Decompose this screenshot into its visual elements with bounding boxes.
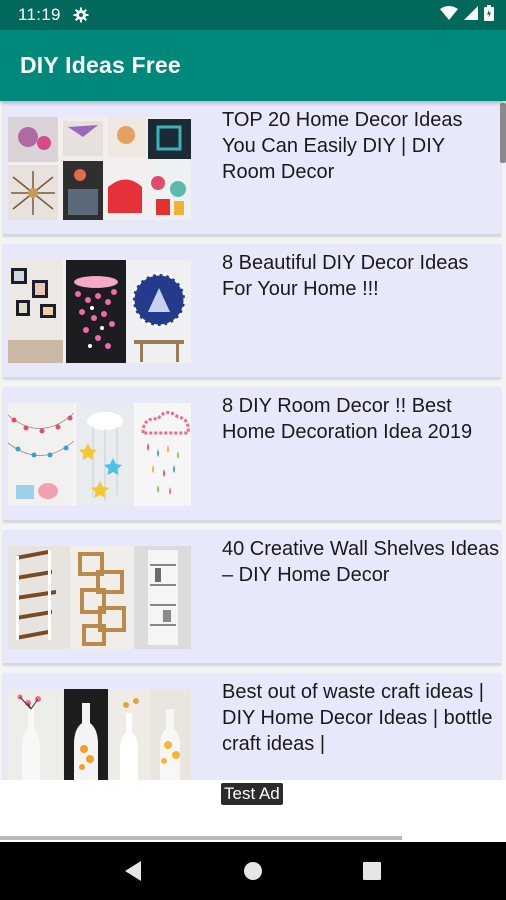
- video-thumbnail: [8, 689, 191, 780]
- app-title: DIY Ideas Free: [20, 52, 181, 78]
- video-title: 8 DIY Room Decor !! Best Home Decoration…: [222, 395, 473, 443]
- video-title: TOP 20 Home Decor Ideas You Can Easily D…: [222, 109, 463, 183]
- list-item[interactable]: 8 Beautiful DIY Decor Ideas For Your Hom…: [3, 244, 501, 379]
- video-title: Best out of waste craft ideas | DIY Home…: [222, 681, 493, 755]
- video-thumbnail: [8, 546, 191, 649]
- list-scrollbar[interactable]: [500, 103, 506, 163]
- list-item[interactable]: 8 DIY Room Decor !! Best Home Decoration…: [3, 387, 501, 522]
- signal-icon: [464, 5, 478, 25]
- navigation-bar: [0, 842, 506, 900]
- home-icon[interactable]: [233, 851, 273, 891]
- battery-icon: [484, 4, 494, 26]
- video-thumbnail: [8, 117, 191, 220]
- app-bar: DIY Ideas Free: [0, 30, 506, 101]
- list-item[interactable]: TOP 20 Home Decor Ideas You Can Easily D…: [3, 101, 501, 236]
- video-thumbnail: [8, 260, 191, 363]
- video-thumbnail: [8, 403, 191, 506]
- recents-icon[interactable]: [352, 851, 392, 891]
- test-ad-label[interactable]: Test Ad: [221, 783, 283, 805]
- list-item[interactable]: Best out of waste craft ideas | DIY Home…: [3, 673, 501, 780]
- status-time: 11:19: [18, 5, 61, 24]
- list-item[interactable]: 40 Creative Wall Shelves Ideas – DIY Hom…: [3, 530, 501, 665]
- wifi-icon: [440, 5, 458, 25]
- video-title: 8 Beautiful DIY Decor Ideas For Your Hom…: [222, 252, 469, 300]
- settings-icon: [73, 7, 89, 23]
- back-icon[interactable]: [114, 851, 154, 891]
- video-list[interactable]: TOP 20 Home Decor Ideas You Can Easily D…: [0, 101, 506, 780]
- video-title: 40 Creative Wall Shelves Ideas – DIY Hom…: [222, 538, 500, 586]
- status-bar: 11:19: [0, 0, 506, 30]
- horizontal-scrollbar: [0, 836, 402, 840]
